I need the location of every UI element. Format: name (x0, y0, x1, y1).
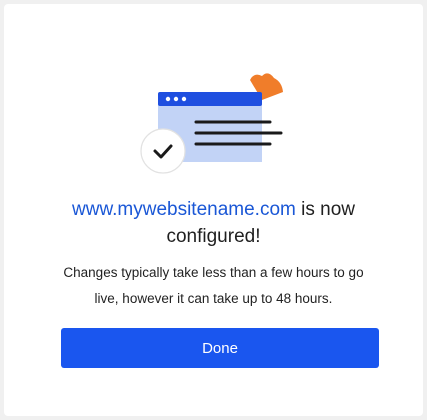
message-line-2: live, however it can take up to 48 hours… (94, 291, 333, 306)
website-configured-illustration (140, 73, 283, 174)
propagation-message: Changes typically take less than a few h… (40, 260, 387, 312)
headline-suffix: is now (295, 199, 355, 220)
headline-line-1: www.mywebsitename.com is now (0, 196, 427, 223)
success-headline: www.mywebsitename.com is now configured! (0, 196, 427, 250)
domain-name: www.mywebsitename.com (72, 199, 296, 220)
message-line-1: Changes typically take less than a few h… (63, 265, 364, 280)
done-button[interactable]: Done (61, 328, 379, 368)
headline-line-2: configured! (166, 226, 261, 247)
checkmark-icon (140, 128, 186, 174)
